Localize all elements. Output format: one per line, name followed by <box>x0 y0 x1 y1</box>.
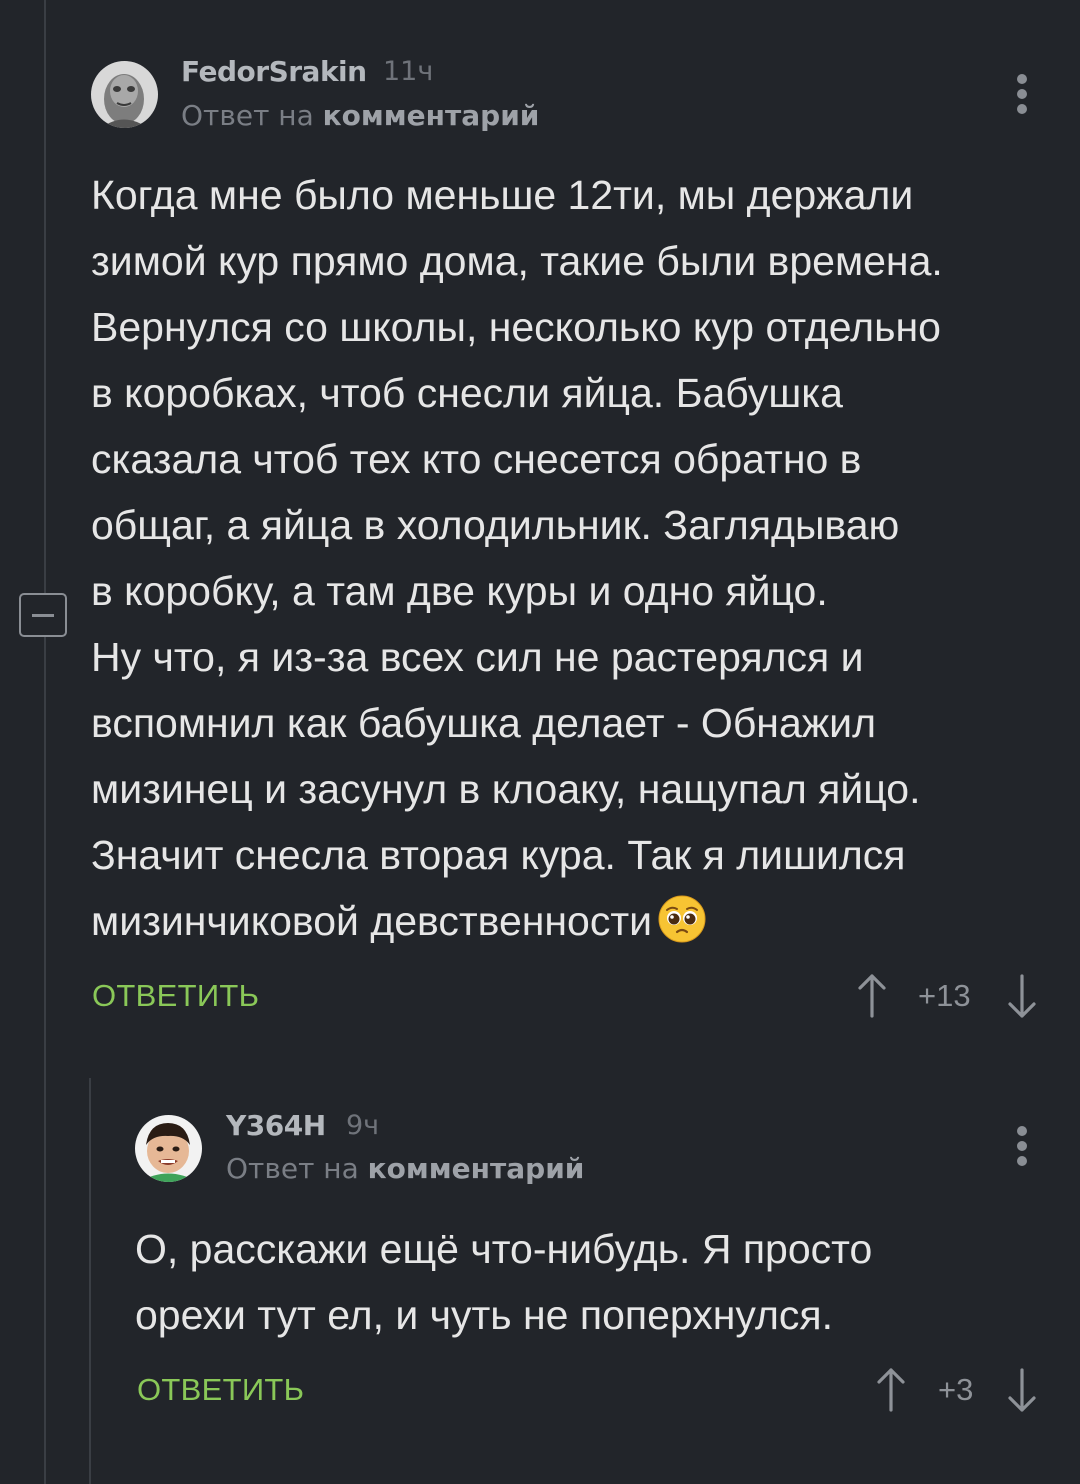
reply-button[interactable]: ОТВЕТИТЬ <box>92 978 259 1014</box>
avatar-image <box>91 61 158 128</box>
comment-body-line: в коробку, а там две куры и одно яйцо. <box>91 568 828 614</box>
reply-to-link[interactable]: комментарий <box>368 1152 585 1185</box>
comment-body-line: вспомнил как бабушка делает - Обнажил <box>91 700 877 746</box>
comment-body-line: Когда мне было меньше 12ти, мы держали <box>91 172 914 218</box>
reply-to-label: Ответ на комментарий <box>181 99 539 132</box>
reply-to-prefix: Ответ на <box>226 1152 359 1185</box>
score-value: +3 <box>938 1372 974 1407</box>
comment-body-line: Вернулся со школы, несколько кур отдельн… <box>91 304 941 350</box>
comment-time: 9ч <box>346 1110 380 1141</box>
reply-to-prefix: Ответ на <box>181 99 314 132</box>
avatar-image <box>135 1115 202 1182</box>
comment-body-line: орехи тут ел, и чуть не поперхнулся. <box>135 1292 833 1338</box>
avatar[interactable] <box>135 1115 202 1182</box>
comment-time: 11ч <box>383 56 434 87</box>
comment-body-line-last: мизинчиковой девственности <box>91 888 943 954</box>
vote-up-icon[interactable] <box>857 974 887 1018</box>
comment-body-line: Ну что, я из-за всех сил не растерялся и <box>91 634 864 680</box>
comment-author[interactable]: FedorSrakin <box>181 55 367 88</box>
more-menu-button[interactable] <box>1017 1126 1027 1170</box>
reply-to-link[interactable]: комментарий <box>323 99 540 132</box>
comment-body-line: мизинец и засунул в клоаку, нащупал яйцо… <box>91 766 921 812</box>
thread-line-child <box>89 1078 91 1484</box>
comment-body-line: сказала чтоб тех кто снесется обратно в <box>91 436 862 482</box>
score-value: +13 <box>918 978 971 1013</box>
reply-button[interactable]: ОТВЕТИТЬ <box>137 1372 304 1408</box>
comment-body: Когда мне было меньше 12ти, мы держали з… <box>91 162 943 954</box>
vote-up-icon[interactable] <box>876 1368 906 1412</box>
comment-author[interactable]: Y364H <box>226 1109 326 1142</box>
comment-body: О, расскажи ещё что-нибудь. Я просто оре… <box>135 1216 872 1348</box>
avatar[interactable] <box>91 61 158 128</box>
comment-body-line: в коробках, чтоб снесли яйца. Бабушка <box>91 370 843 416</box>
collapse-thread-button[interactable] <box>19 593 67 637</box>
more-menu-button[interactable] <box>1017 74 1027 118</box>
thread-line-root <box>44 0 46 1484</box>
comment-body-text: мизинчиковой девственности <box>91 898 653 944</box>
comment-body-line: зимой кур прямо дома, такие были времена… <box>91 238 943 284</box>
comment-body-line: общаг, а яйца в холодильник. Заглядываю <box>91 502 900 548</box>
comment-body-line: О, расскажи ещё что-нибудь. Я просто <box>135 1226 873 1272</box>
vote-down-icon[interactable] <box>1007 1368 1037 1412</box>
vote-down-icon[interactable] <box>1007 974 1037 1018</box>
reply-to-label: Ответ на комментарий <box>226 1152 584 1185</box>
comment-body-line: Значит снесла вторая кура. Так я лишился <box>91 832 906 878</box>
pleading-face-icon <box>658 895 706 943</box>
